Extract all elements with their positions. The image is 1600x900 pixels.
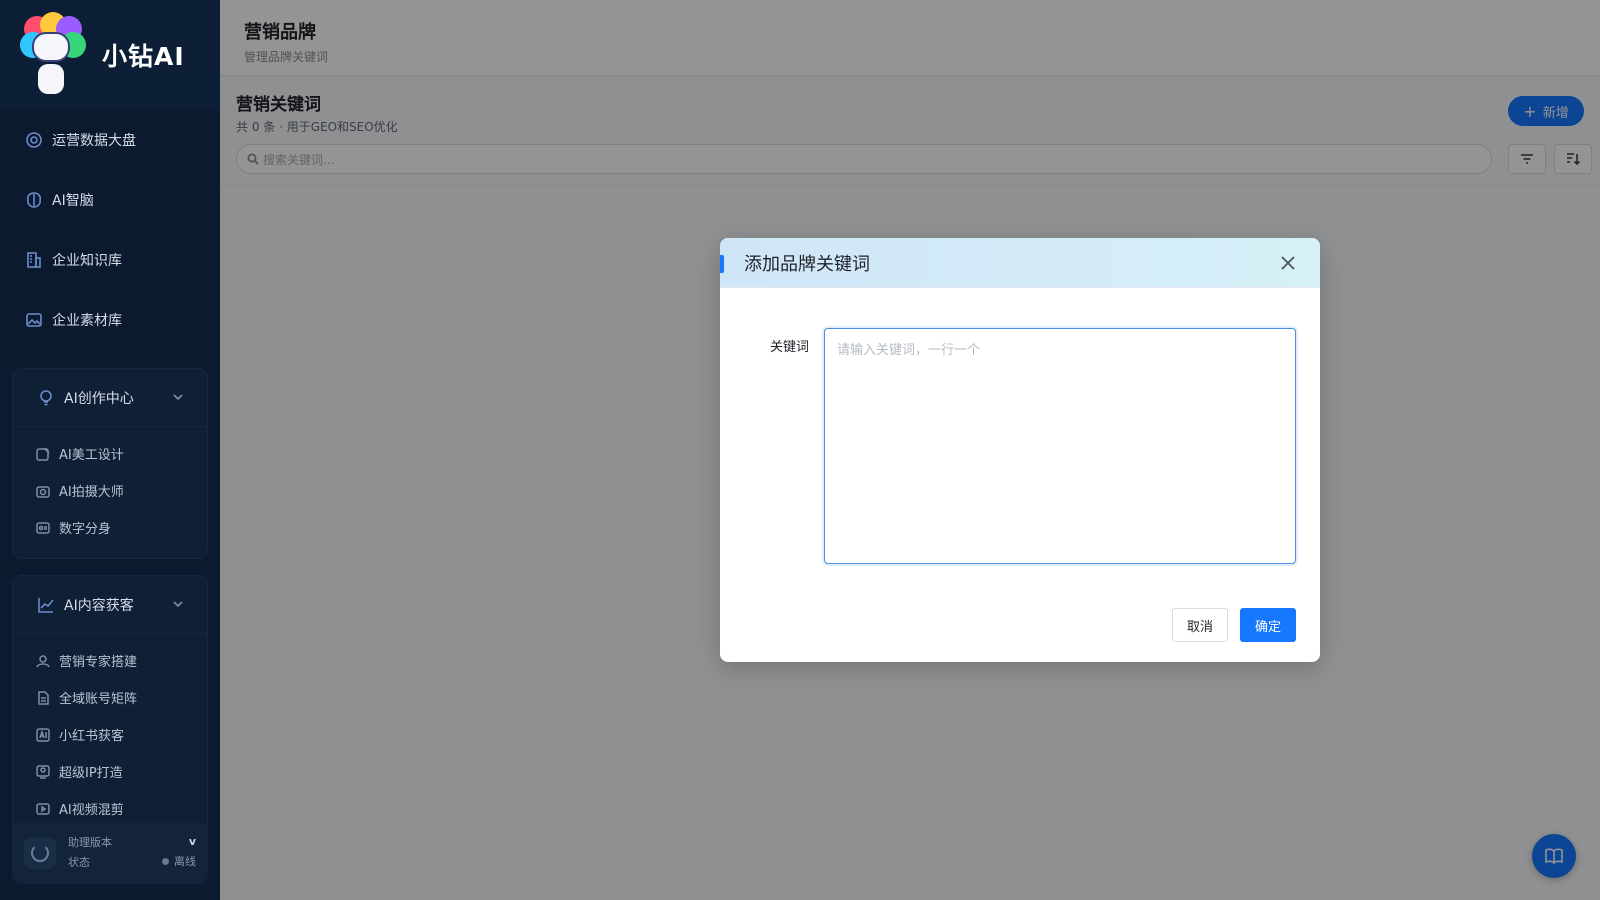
user-icon: [36, 654, 50, 667]
keyword-field-label: 关键词: [770, 340, 810, 355]
brand-logo: [18, 12, 86, 98]
chevron-down-icon: [173, 601, 183, 608]
building-icon: [27, 252, 41, 268]
close-icon[interactable]: [1280, 255, 1296, 271]
sidebar-item-asset-library[interactable]: 企业素材库: [0, 290, 220, 350]
sidebar-item-label: 企业素材库: [52, 313, 122, 329]
brand-name: 小钻AI: [102, 42, 185, 71]
sidebar-group-label: AI创作中心: [64, 390, 134, 407]
brain-icon: [26, 192, 42, 208]
bulb-icon: [40, 389, 52, 405]
state-value: 离线: [174, 855, 196, 868]
confirm-button[interactable]: 确定: [1240, 608, 1296, 642]
sidebar-item-label: 营销专家搭建: [59, 655, 138, 670]
modal-overlay[interactable]: 添加品牌关键词 关键词 取消 确定: [220, 0, 1600, 900]
video-icon: [36, 802, 50, 815]
loading-spinner-icon: [24, 837, 56, 869]
sidebar-group-label: AI内容获客: [64, 597, 134, 614]
offline-dot-icon: [162, 858, 169, 865]
sidebar-item-label: AI视频混剪: [59, 803, 124, 818]
trend-icon: [38, 597, 54, 613]
sidebar-item-label: 全域账号矩阵: [59, 692, 138, 707]
camera-icon: [36, 485, 50, 498]
sidebar-item-ai-photo[interactable]: AI拍摄大师: [13, 472, 207, 509]
sidebar-item-digital-twin[interactable]: 数字分身: [13, 509, 207, 546]
id-card-icon: [36, 521, 50, 534]
sidebar-item-label: 小红书获客: [59, 729, 125, 744]
sidebar-item-super-ip[interactable]: 超级IP打造: [13, 753, 207, 790]
sidebar-item-knowledge-base[interactable]: 企业知识库: [0, 230, 220, 290]
sidebar-item-label: 企业知识库: [52, 253, 122, 269]
cancel-button[interactable]: 取消: [1172, 608, 1228, 642]
sidebar-item-label: AI拍摄大师: [59, 485, 124, 500]
document-icon: [38, 690, 49, 705]
edit-icon: [36, 446, 50, 461]
sidebar-item-label: 数字分身: [59, 522, 112, 537]
ai-tag-icon: [36, 727, 50, 742]
sidebar-item-account-matrix[interactable]: 全域账号矩阵: [13, 679, 207, 716]
sidebar: 小钻AI 运营数据大盘 AI智脑 企业知识库 企业素材库 AI创作中心 AI美工…: [0, 0, 220, 900]
dialog-title: 添加品牌关键词: [744, 253, 870, 275]
add-keyword-dialog: 添加品牌关键词 关键词 取消 确定: [720, 238, 1320, 662]
sidebar-group-header-ai-content[interactable]: AI内容获客: [13, 576, 207, 634]
dashboard-icon: [26, 132, 42, 148]
sidebar-item-xiaohongshu[interactable]: 小红书获客: [13, 716, 207, 753]
sidebar-item-ai-design[interactable]: AI美工设计: [13, 435, 207, 472]
assistant-status-card[interactable]: 助理版本 状态 v 离线: [12, 822, 208, 884]
version-label: 助理版本: [68, 836, 112, 849]
sidebar-group-ai-creation: AI创作中心 AI美工设计 AI拍摄大师 数字分身: [12, 368, 208, 559]
sidebar-group-ai-content: AI内容获客 营销专家搭建 全域账号矩阵 小红书获客 超级IP打造 AI视频混剪: [12, 575, 208, 840]
sidebar-item-dashboard[interactable]: 运营数据大盘: [0, 110, 220, 170]
sidebar-item-label: 超级IP打造: [59, 766, 123, 781]
image-icon: [26, 313, 42, 327]
chevron-down-icon: [173, 394, 183, 401]
sidebar-item-ai-brain[interactable]: AI智脑: [0, 170, 220, 230]
dialog-header: 添加品牌关键词: [720, 238, 1320, 288]
sidebar-item-marketing-expert[interactable]: 营销专家搭建: [13, 642, 207, 679]
brand-header: 小钻AI: [0, 0, 220, 110]
sidebar-item-label: 运营数据大盘: [52, 133, 136, 149]
badge-icon: [36, 764, 50, 779]
sidebar-item-label: AI美工设计: [59, 448, 124, 463]
keyword-textarea[interactable]: [824, 328, 1296, 564]
version-value: v: [188, 835, 196, 848]
sidebar-group-header-ai-creation[interactable]: AI创作中心: [13, 369, 207, 427]
state-label: 状态: [68, 856, 90, 869]
sidebar-item-label: AI智脑: [52, 193, 94, 209]
